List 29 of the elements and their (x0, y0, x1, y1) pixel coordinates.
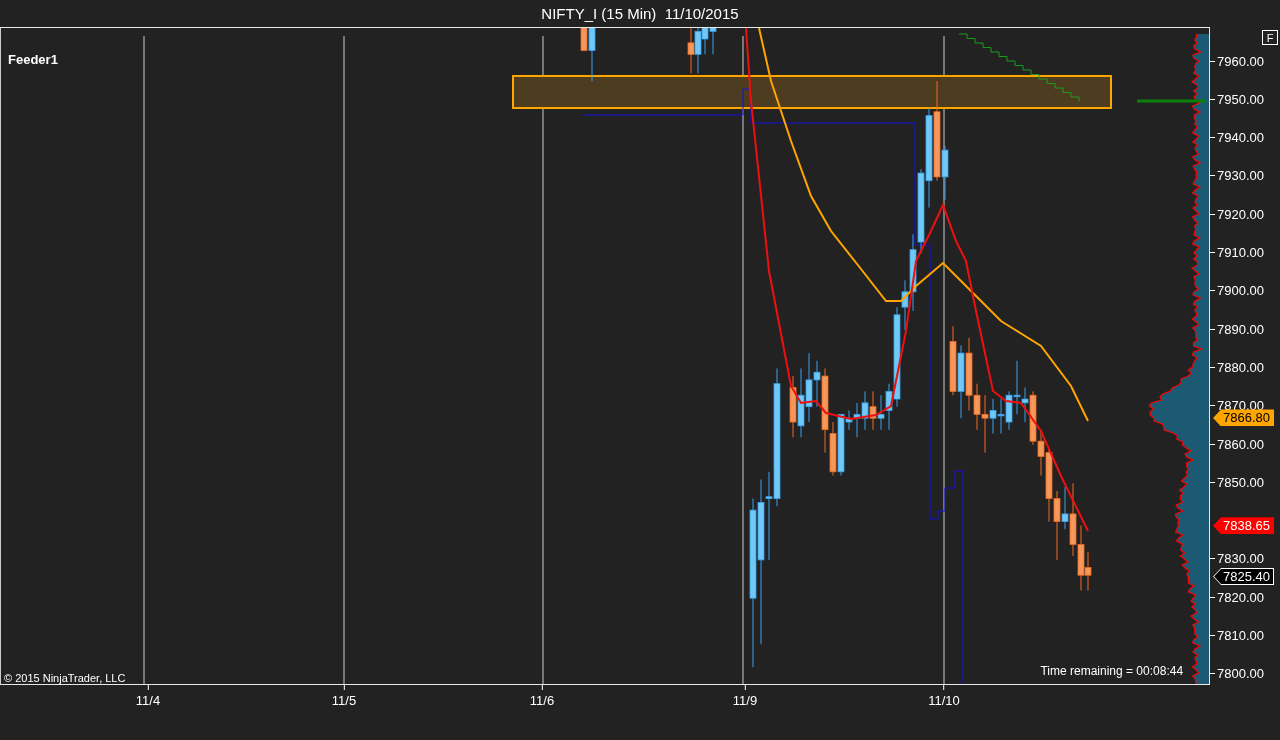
x-axis-label: 11/4 (135, 693, 161, 708)
y-axis-label: 7920.00 (1217, 206, 1265, 222)
y-axis-label: 7890.00 (1217, 321, 1265, 337)
y-axis-label: 7950.00 (1217, 91, 1265, 107)
price-marker: 7838.65 (1213, 517, 1275, 535)
x-axis-label: 11/5 (331, 693, 357, 708)
price-marker: 7825.40 (1213, 568, 1275, 585)
y-axis-label: 7910.00 (1217, 245, 1265, 260)
x-axis-label: 11/9 (732, 693, 758, 708)
f-button[interactable]: F (1262, 30, 1278, 45)
y-axis-label: 7830.00 (1217, 551, 1265, 567)
level-line (1137, 99, 1206, 103)
y-axis-label: 7800.00 (1217, 666, 1265, 682)
x-axis-label: 11/6 (529, 693, 555, 708)
y-axis-label: 7850.00 (1217, 474, 1265, 490)
y-axis-label: 7940.00 (1217, 130, 1265, 146)
y-axis-label: 7860.00 (1217, 436, 1265, 452)
y-axis-label: 7960.00 (1217, 53, 1265, 69)
copyright-text: © 2015 NinjaTrader, LLC (4, 672, 126, 684)
x-axis-label: 11/10 (928, 693, 960, 708)
time-remaining-text: Time remaining = 00:08:44 (1040, 664, 1184, 678)
window-title: NIFTY_I (15 Min) 11/10/2015 (541, 5, 739, 22)
y-axis-label: 7810.00 (1217, 628, 1265, 643)
price-marker: 7866.80 (1213, 409, 1275, 427)
y-axis-label: 7930.00 (1217, 168, 1265, 184)
feeder-label: Feeder1 (8, 52, 58, 67)
y-axis-label: 7820.00 (1217, 589, 1265, 605)
y-axis-label: 7880.00 (1217, 359, 1265, 375)
y-axis-label: 7900.00 (1217, 283, 1265, 299)
